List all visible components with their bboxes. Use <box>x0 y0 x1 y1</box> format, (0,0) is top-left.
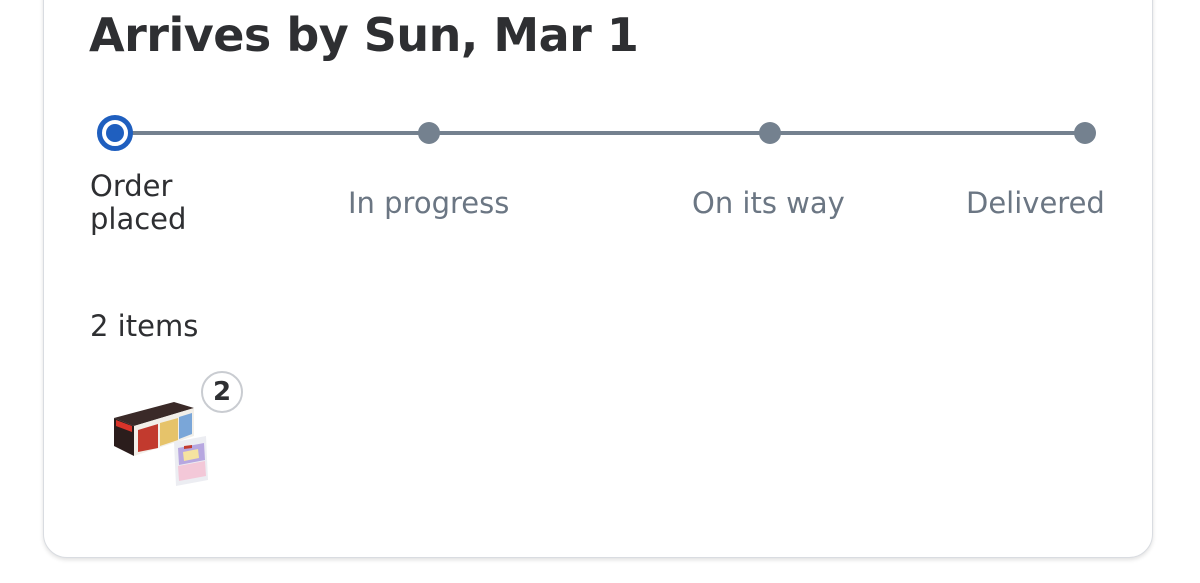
step-label-on-its-way: On its way <box>692 186 845 220</box>
order-progress-tracker: Order placed In progress On its way Deli… <box>0 0 1200 260</box>
step-label-in-progress: In progress <box>348 186 510 220</box>
step-label-delivered: Delivered <box>966 186 1105 220</box>
step-dot-in-progress <box>418 122 440 144</box>
items-count-label: 2 items <box>90 309 199 343</box>
progress-track-line <box>115 131 1085 135</box>
step-dot-order-placed <box>97 115 133 151</box>
item-quantity-badge: 2 <box>201 371 243 413</box>
step-label-order-placed: Order placed <box>90 169 187 236</box>
step-dot-delivered <box>1074 122 1096 144</box>
step-dot-on-its-way <box>759 122 781 144</box>
